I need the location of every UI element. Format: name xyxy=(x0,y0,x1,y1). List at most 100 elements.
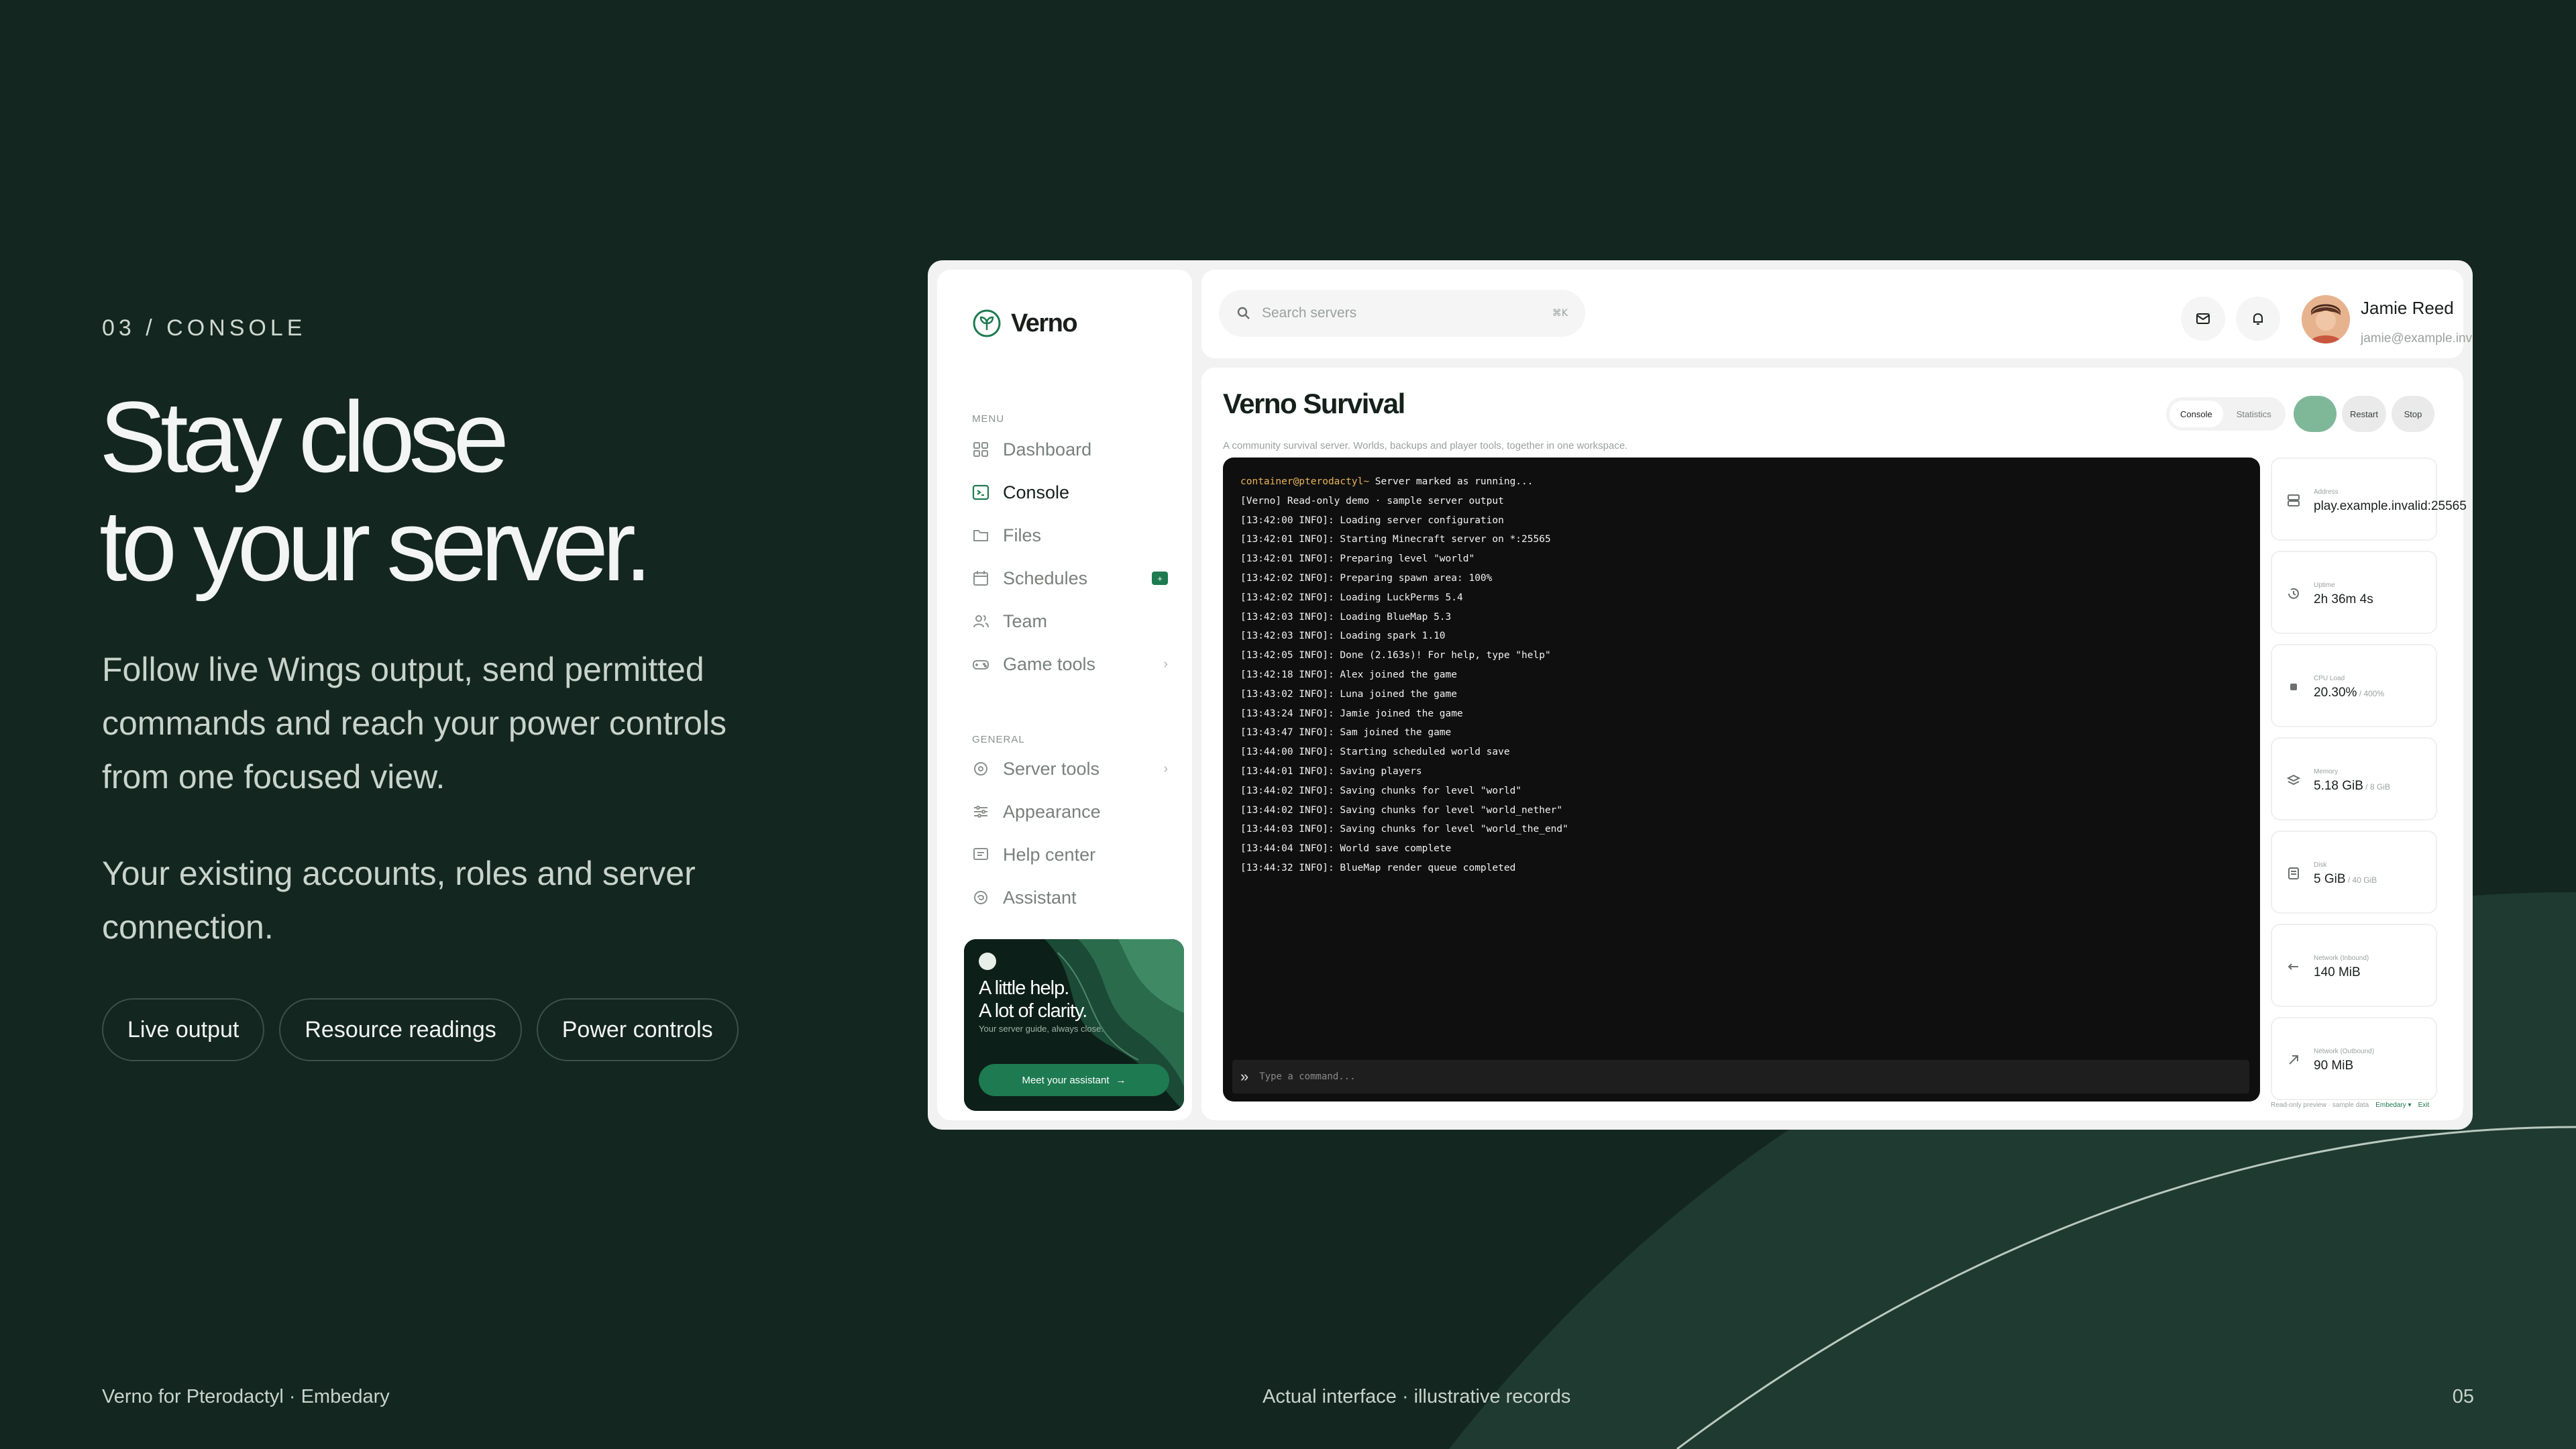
stat-card: Network (Outbound) 90 MiB xyxy=(2271,1017,2437,1100)
server-stats: Address play.example.invalid:25565 Uptime 2… xyxy=(2271,458,2467,1110)
nav-label: Files xyxy=(1003,525,1042,545)
view-tabs: Console Statistics xyxy=(2166,397,2286,431)
address-icon xyxy=(2288,494,2300,506)
stat-value-main: 5.18 GiB xyxy=(2314,779,2363,793)
console-line: [13:43:02 INFO]: Luna joined the game xyxy=(1240,688,1458,700)
chevron-right-icon: › xyxy=(1163,761,1168,776)
calendar-icon xyxy=(973,571,988,586)
nav-label: Schedules xyxy=(1003,568,1088,588)
stat-card: Address play.example.invalid:25565 xyxy=(2271,458,2467,541)
terminal-icon xyxy=(972,484,989,500)
console-line: [13:44:32 INFO]: BlueMap render queue co… xyxy=(1240,862,1516,873)
stat-card: Network (Inbound) 140 MiB xyxy=(2271,924,2437,1007)
stat-label: Network (Outbound) xyxy=(2314,1048,2375,1055)
nav-item-dashboard[interactable]: Dashboard xyxy=(963,428,1177,471)
stat-value-suffix: / 40 GiB xyxy=(2345,875,2377,885)
user-name: Jamie Reed xyxy=(2361,298,2454,318)
stat-card: CPU Load 20.30% / 400% xyxy=(2271,644,2437,727)
footer-credit: Verno for Pterodactyl · Embedary xyxy=(102,1386,390,1407)
search-input[interactable] xyxy=(1262,305,1542,321)
nav-item-assistant[interactable]: Assistant xyxy=(963,876,1177,919)
promo-title-line-2: A lot of clarity. xyxy=(979,1000,1087,1022)
stat-value: 5 GiB / 40 GiB xyxy=(2314,872,2377,887)
user-avatar[interactable] xyxy=(2302,295,2350,343)
brand[interactable]: Verno xyxy=(972,309,1078,338)
notifications-button[interactable] xyxy=(2236,297,2280,341)
outbound-icon xyxy=(2289,1055,2298,1065)
stat-value-suffix: / 400% xyxy=(2357,689,2385,698)
console-log: container@pterodactyl~ Server marked as … xyxy=(1240,472,1568,878)
console-output[interactable]: container@pterodactyl~ Server marked as … xyxy=(1223,458,2260,1102)
nav-label: Game tools xyxy=(1003,653,1096,674)
nav-item-schedules[interactable]: Schedules + xyxy=(963,557,1177,600)
promo-title-line-1: A little help. xyxy=(979,977,1069,999)
pill-resource-readings: Resource readings xyxy=(279,998,522,1061)
chevron-double-right-icon: » xyxy=(1240,1068,1249,1085)
console-line: [13:44:01 INFO]: Saving players xyxy=(1240,765,1422,777)
general-nav: Server tools › Appearance Help center As… xyxy=(963,747,1177,919)
section-eyebrow: 03 / CONSOLE xyxy=(102,315,307,341)
nav-item-server-tools[interactable]: Server tools › xyxy=(963,747,1177,790)
console-line: [13:43:24 INFO]: Jamie joined the game xyxy=(1240,708,1463,719)
avatar-portrait xyxy=(2302,295,2350,343)
stat-value: 140 MiB xyxy=(2314,965,2361,980)
console-line: [13:44:03 INFO]: Saving chunks for level… xyxy=(1240,824,1568,835)
messages-button[interactable] xyxy=(2181,297,2225,341)
headline-line-1: Stay close xyxy=(99,380,509,493)
stop-button[interactable]: Stop xyxy=(2392,396,2434,432)
stat-value: play.example.invalid:25565 xyxy=(2314,499,2467,514)
main-nav: Dashboard Console Files Schedules + Team xyxy=(963,428,1177,686)
nav-item-game-tools[interactable]: Game tools › xyxy=(963,643,1177,686)
nav-label: Appearance xyxy=(1003,801,1101,822)
stat-value: 20.30% / 400% xyxy=(2314,686,2384,700)
mail-icon xyxy=(2196,313,2210,324)
console-line: [13:42:05 INFO]: Done (2.163s)! For help… xyxy=(1240,650,1551,661)
sliders-icon xyxy=(974,806,987,818)
console-line: [13:44:02 INFO]: Saving chunks for level… xyxy=(1240,785,1522,796)
memory-icon xyxy=(2286,774,2301,786)
command-input[interactable] xyxy=(1259,1071,2241,1082)
console-line: [13:42:00 INFO]: Loading server configur… xyxy=(1240,515,1504,526)
headline-line-2: to your server. xyxy=(99,489,652,602)
stat-value-suffix: / 8 GiB xyxy=(2363,782,2390,792)
console-line: [13:43:47 INFO]: Sam joined the game xyxy=(1240,727,1452,739)
console-line: [13:42:02 INFO]: Loading LuckPerms 5.4 xyxy=(1240,592,1463,603)
nav-item-console[interactable]: Console xyxy=(963,471,1177,514)
nav-item-team[interactable]: Team xyxy=(963,600,1177,643)
console-line-first: container@pterodactyl~ Server marked as … xyxy=(1240,472,1568,492)
sidebar: Verno MENU Dashboard Console Files Sched… xyxy=(937,270,1192,1120)
preview-brand-link[interactable]: Embedary ▾ xyxy=(2375,1102,2411,1109)
assistant-avatar-icon xyxy=(979,953,996,970)
tab-console[interactable]: Console xyxy=(2169,400,2223,427)
console-line: [13:42:18 INFO]: Alex joined the game xyxy=(1240,669,1458,680)
nav-item-help-center[interactable]: Help center xyxy=(963,833,1177,876)
stat-value: 5.18 GiB / 8 GiB xyxy=(2314,779,2390,794)
feature-pills: Live output Resource readings Power cont… xyxy=(102,998,739,1061)
nav-item-files[interactable]: Files xyxy=(963,514,1177,557)
footer-caption: Actual interface · illustrative records xyxy=(1263,1386,1571,1407)
server-description: A community survival server. Worlds, bac… xyxy=(1223,440,1628,451)
pill-power-controls: Power controls xyxy=(536,998,739,1061)
preview-exit-link[interactable]: Exit xyxy=(2418,1102,2430,1109)
search-box[interactable]: ⌘K xyxy=(1219,290,1585,337)
meet-assistant-label: Meet your assistant xyxy=(1022,1074,1110,1086)
gamepad-icon xyxy=(973,660,989,669)
verno-logo-icon xyxy=(973,309,1001,337)
meet-assistant-button[interactable]: Meet your assistant → xyxy=(979,1064,1169,1096)
stat-card: Uptime 2h 36m 4s xyxy=(2271,551,2437,634)
stat-value-main: 5 GiB xyxy=(2314,872,2346,886)
stat-card: Disk 5 GiB / 40 GiB xyxy=(2271,830,2437,914)
stat-label: Network (Inbound) xyxy=(2314,955,2369,962)
chevron-right-icon: › xyxy=(1163,656,1168,672)
restart-button[interactable]: Restart xyxy=(2342,396,2386,432)
start-button[interactable]: Start xyxy=(2294,396,2337,432)
cpu-icon xyxy=(2290,684,2297,690)
nav-item-appearance[interactable]: Appearance xyxy=(963,790,1177,833)
uptime-icon xyxy=(2288,588,2299,599)
top-bar: ⌘K Jamie Reed jamie@example.invalid xyxy=(1201,270,2473,358)
assistant-icon xyxy=(974,891,987,904)
console-line: [13:42:03 INFO]: Loading spark 1.10 xyxy=(1240,631,1446,642)
server-icon xyxy=(974,762,987,775)
tab-statistics[interactable]: Statistics xyxy=(2226,400,2282,427)
inbound-icon xyxy=(2288,963,2298,970)
